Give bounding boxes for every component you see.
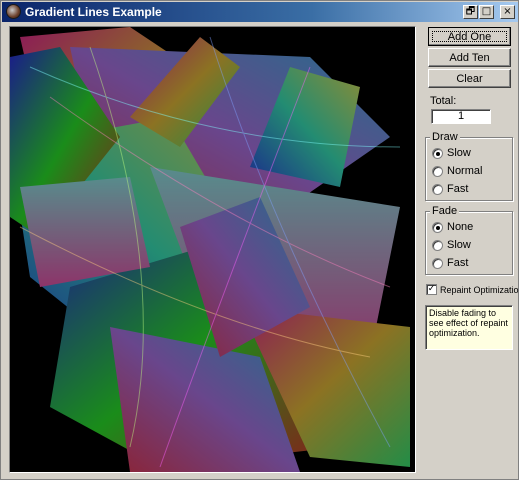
radio-button[interactable] — [432, 222, 443, 233]
draw-group-title: Draw — [430, 131, 460, 143]
window-title: Gradient Lines Example — [25, 5, 162, 19]
gradient-artwork — [10, 27, 410, 472]
radio-label: Slow — [447, 147, 471, 159]
control-panel: Add One Add Ten Clear Total: 1 Draw Slow… — [423, 25, 519, 475]
app-icon — [6, 4, 21, 19]
radio-label: Slow — [447, 239, 471, 251]
clear-button[interactable]: Clear — [428, 69, 511, 88]
add-one-label: Add One — [447, 30, 492, 43]
radio-button[interactable] — [432, 184, 443, 195]
clear-label: Clear — [456, 72, 483, 85]
close-button[interactable]: × — [500, 5, 515, 19]
total-label: Total: — [430, 95, 457, 107]
fade-groupbox: Fade None Slow Fast — [425, 205, 513, 275]
total-field[interactable]: 1 — [431, 109, 491, 124]
fade-group-title: Fade — [430, 205, 460, 217]
radio-button[interactable] — [432, 240, 443, 251]
radio-button[interactable] — [432, 166, 443, 177]
radio-button[interactable] — [432, 148, 443, 159]
radio-label: Normal — [447, 165, 483, 177]
radio-selected-dot — [436, 152, 440, 156]
radio-selected-dot — [436, 226, 440, 230]
add-ten-button[interactable]: Add Ten — [428, 48, 511, 67]
help-note: Disable fading to see effect of repaint … — [425, 305, 513, 350]
radio-button[interactable] — [432, 258, 443, 269]
repaint-optimization-checkbox[interactable]: ✓ — [426, 284, 437, 295]
restore-button[interactable]: 🗗 — [463, 5, 478, 19]
gradient-lines-canvas[interactable] — [9, 26, 416, 473]
title-bar[interactable]: Gradient Lines Example 🗗 □ × — [2, 2, 518, 22]
radio-label: Fast — [447, 183, 469, 195]
app-window: Gradient Lines Example 🗗 □ × Add One Add… — [0, 0, 519, 480]
maximize-button[interactable]: □ — [479, 5, 494, 19]
draw-groupbox: Draw Slow Normal Fast — [425, 131, 513, 201]
add-ten-label: Add Ten — [449, 51, 490, 64]
repaint-optimization-label: Repaint Optimization — [440, 285, 519, 295]
add-one-button[interactable]: Add One — [428, 27, 511, 46]
radio-label: Fast — [447, 257, 469, 269]
radio-label: None — [447, 221, 474, 233]
